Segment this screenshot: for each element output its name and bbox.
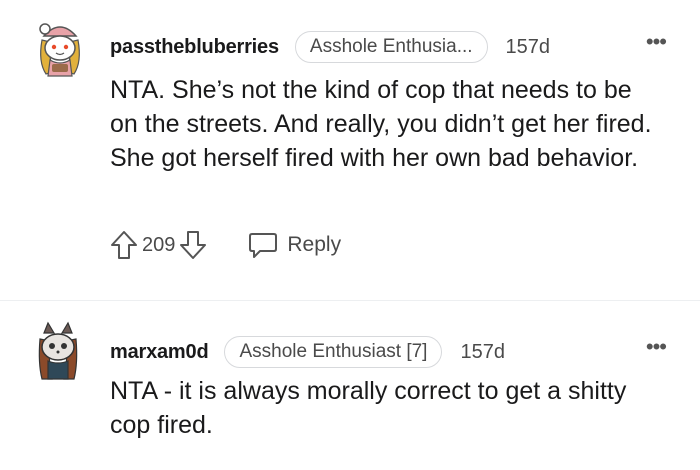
username-link[interactable]: marxam0d [110, 341, 209, 364]
user-avatar[interactable] [34, 18, 86, 78]
comment-body: NTA - it is always morally correct to ge… [110, 377, 627, 439]
ellipsis-icon: ••• [645, 334, 667, 359]
avatar-illustration [38, 321, 78, 380]
comment-actions: 209 Reply [108, 228, 341, 262]
more-options-button[interactable]: ••• [645, 334, 667, 360]
vote-score: 209 [142, 233, 176, 256]
comment-timestamp[interactable]: 157d [460, 341, 505, 364]
user-avatar[interactable] [32, 321, 84, 381]
arrow-up-icon [111, 231, 137, 259]
comment-2: marxam0d Asshole Enthusiast [7] 157d •••… [0, 301, 700, 470]
comment-timestamp[interactable]: 157d [506, 36, 551, 59]
arrow-down-icon [180, 231, 207, 259]
downvote-button[interactable] [177, 228, 209, 262]
comment-body: NTA. She’s not the kind of cop that need… [110, 76, 652, 172]
user-flair: Asshole Enthusiast [7] [224, 336, 443, 368]
upvote-button[interactable] [108, 228, 140, 262]
comment-meta: passthebluberries Asshole Enthusia... 15… [110, 31, 550, 63]
reply-label: Reply [287, 233, 342, 256]
ellipsis-icon: ••• [645, 29, 667, 54]
user-flair: Asshole Enthusia... [294, 31, 488, 63]
reply-button[interactable]: Reply [247, 230, 341, 260]
speech-bubble-icon [249, 233, 278, 258]
avatar-illustration [39, 23, 80, 77]
more-options-button[interactable]: ••• [645, 29, 667, 55]
username-link[interactable]: passthebluberries [110, 36, 279, 59]
comment-1: passthebluberries Asshole Enthusia... 15… [0, 0, 700, 300]
comment-meta: marxam0d Asshole Enthusiast [7] 157d [110, 336, 505, 368]
